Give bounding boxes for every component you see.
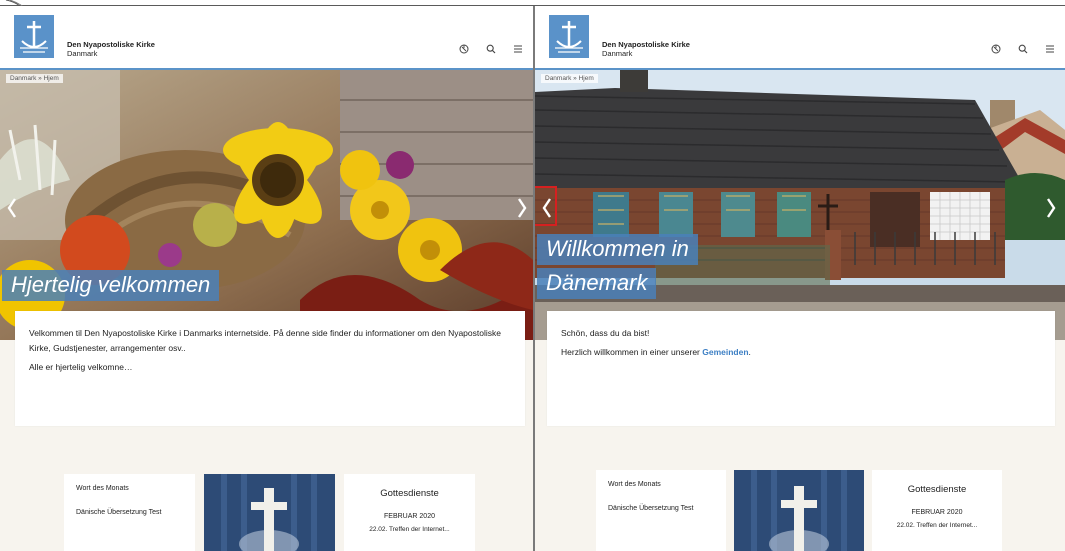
services-tile[interactable]: Gottesdienste FEBRUAR 2020 22.02. Treffe… xyxy=(872,470,1002,551)
services-title: Gottesdienste xyxy=(907,484,967,495)
intro-card: Velkommen til Den Nyapostoliske Kirke i … xyxy=(15,311,525,426)
breadcrumb[interactable]: Danmark » Hjem xyxy=(6,74,63,83)
word-tile-subtitle: Dänische Übersetzung Test xyxy=(608,505,694,512)
word-of-month-tile[interactable]: Wort des Monats Dänische Übersetzung Tes… xyxy=(64,474,195,551)
chevron-right-icon[interactable] xyxy=(1043,195,1059,221)
hero-title-line2: Dänemark xyxy=(537,268,657,299)
word-tile-title: Wort des Monats xyxy=(608,481,661,488)
services-entry[interactable]: 22.02. Treffen der Internet... xyxy=(872,522,1002,529)
word-tile-title: Wort des Monats xyxy=(76,485,129,492)
chevron-right-icon[interactable] xyxy=(514,195,530,221)
services-entry[interactable]: 22.02. Treffen der Internet... xyxy=(344,526,475,533)
website-panel-german: Den Nyapostoliske Kirke Danmark Danmark … xyxy=(535,6,1065,551)
services-month: FEBRUAR 2020 xyxy=(384,513,435,520)
cross-image-tile[interactable] xyxy=(734,470,864,551)
gemeinden-link[interactable]: Gemeinden xyxy=(702,347,748,357)
word-of-month-tile[interactable]: Wort des Monats Dänische Übersetzung Tes… xyxy=(596,470,726,551)
hero-title: Hjertelig velkommen xyxy=(2,270,220,301)
cross-image-tile[interactable] xyxy=(204,474,335,551)
intro-card: Schön, dass du da bist! Herzlich willkom… xyxy=(547,311,1055,426)
website-panel-danish: Den Nyapostoliske Kirke Danmark Danmark … xyxy=(0,6,533,551)
intro-welcome: Alle er hjertelig velkomne… xyxy=(29,362,133,372)
services-title: Gottesdienste xyxy=(380,488,439,499)
breadcrumb[interactable]: Danmark » Hjem xyxy=(541,74,598,83)
intro-welcome-prefix: Herzlich willkommen in einer unserer xyxy=(561,347,703,357)
services-month: FEBRUAR 2020 xyxy=(911,509,963,516)
word-tile-subtitle: Dänische Übersetzung Test xyxy=(76,509,162,516)
services-tile[interactable]: Gottesdienste FEBRUAR 2020 22.02. Treffe… xyxy=(344,474,475,551)
intro-greeting: Schön, dass du da bist! xyxy=(561,328,650,338)
intro-text: Velkommen til Den Nyapostoliske Kirke i … xyxy=(29,328,501,353)
intro-welcome-suffix: . xyxy=(748,347,751,357)
chevron-left-icon[interactable] xyxy=(4,195,20,221)
hero-title-line1: Willkommen in xyxy=(537,234,698,265)
highlight-box xyxy=(535,186,557,226)
intro-welcome: Herzlich willkommen in einer unserer Gem… xyxy=(561,345,1041,360)
